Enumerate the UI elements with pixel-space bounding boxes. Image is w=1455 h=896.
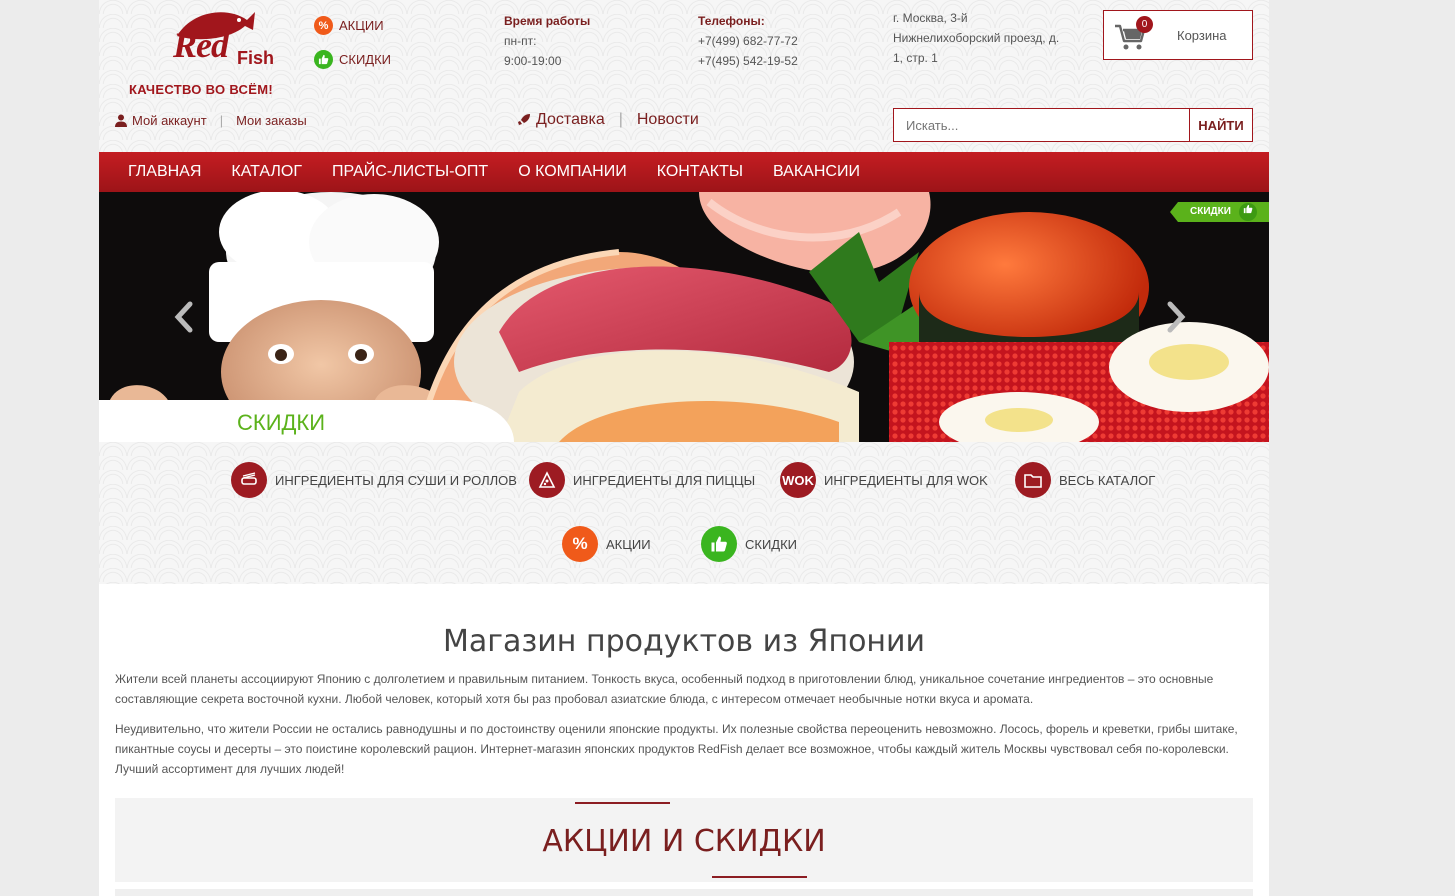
nav-item-contacts[interactable]: КОНТАКТЫ: [642, 152, 758, 192]
search-input[interactable]: [894, 109, 1189, 141]
phones: Телефоны: +7(499) 682-77-72 +7(495) 542-…: [698, 11, 798, 71]
address-line-1: г. Москва, 3-й: [893, 11, 968, 25]
working-hours-time: 9:00-19:00: [504, 54, 562, 68]
address-line-2: Нижнелихоборский проезд, д.: [893, 31, 1060, 45]
header-link-discounts[interactable]: СКИДКИ: [314, 50, 391, 69]
cart-count-badge: 0: [1136, 16, 1153, 33]
header-link-promotions[interactable]: % АКЦИИ: [314, 16, 384, 35]
page-title: Магазин продуктов из Японии: [442, 624, 926, 659]
address: г. Москва, 3-й Нижнелихоборский проезд, …: [893, 8, 1059, 68]
category-wok[interactable]: wok ИНГРЕДИЕНТЫ ДЛЯ WOK: [780, 462, 988, 498]
category-links: ИНГРЕДИЕНТЫ ДЛЯ СУШИ И РОЛЛОВ ИНГРЕДИЕНТ…: [99, 442, 1269, 584]
nav-item-vacancies[interactable]: ВАКАНСИИ: [758, 152, 875, 192]
main-nav: ГЛАВНАЯ КАТАЛОГ ПРАЙС-ЛИСТЫ-ОПТ О КОМПАН…: [99, 152, 1269, 192]
phones-title: Телефоны:: [698, 14, 765, 28]
sushi-icon: [231, 462, 267, 498]
category-discounts[interactable]: СКИДКИ: [701, 526, 797, 562]
category-all-label: ВЕСЬ КАТАЛОГ: [1059, 472, 1156, 488]
thumbs-up-icon: [314, 50, 333, 69]
nav-item-about[interactable]: О КОМПАНИИ: [503, 152, 642, 192]
address-line-3: 1, стр. 1: [893, 51, 938, 65]
working-hours-days: пн-пт:: [504, 34, 537, 48]
category-pizza[interactable]: ИНГРЕДИЕНТЫ ДЛЯ ПИЦЦЫ: [529, 462, 755, 498]
logo-text-red: Red: [173, 25, 229, 65]
account-links: Мой аккаунт | Мои заказы: [115, 113, 307, 128]
discount-ribbon-label: СКИДКИ: [1190, 206, 1231, 217]
category-promotions-label: АКЦИИ: [606, 536, 651, 552]
search-button[interactable]: НАЙТИ: [1189, 109, 1252, 141]
rocket-icon: [518, 114, 530, 125]
cart-button[interactable]: 0 Корзина: [1103, 10, 1253, 60]
cart-label: Корзина: [1177, 28, 1227, 43]
category-sushi[interactable]: ИНГРЕДИЕНТЫ ДЛЯ СУШИ И РОЛЛОВ: [231, 462, 517, 498]
product-strip: [115, 889, 1253, 896]
intro-paragraph-2: Неудивительно, что жители России не оста…: [115, 722, 1238, 776]
hero-caption[interactable]: СКИДКИ: [99, 400, 514, 442]
discount-ribbon[interactable]: СКИДКИ: [1170, 202, 1269, 222]
phone-link-1[interactable]: +7(499) 682-77-72: [698, 31, 798, 51]
promotions-section: АКЦИИ И СКИДКИ: [115, 798, 1253, 882]
intro-paragraph-1: Жители всей планеты ассоциируют Японию с…: [115, 672, 1214, 706]
logo[interactable]: Red Fish КАЧЕСТВО ВО ВСЁМ!: [127, 4, 275, 97]
header-link-promotions-label: АКЦИИ: [339, 18, 384, 33]
phone-link-2[interactable]: +7(495) 542-19-52: [698, 51, 798, 71]
category-sushi-label: ИНГРЕДИЕНТЫ ДЛЯ СУШИ И РОЛЛОВ: [275, 472, 517, 488]
separator: |: [618, 111, 623, 128]
percent-icon: %: [562, 526, 598, 562]
category-all[interactable]: ВЕСЬ КАТАЛОГ: [1015, 462, 1155, 498]
category-pizza-label: ИНГРЕДИЕНТЫ ДЛЯ ПИЦЦЫ: [573, 472, 756, 488]
slider-next-arrow-icon[interactable]: [1163, 300, 1189, 334]
nav-item-price-lists[interactable]: ПРАЙС-ЛИСТЫ-ОПТ: [317, 152, 503, 192]
logo-tagline: КАЧЕСТВО ВО ВСЁМ!: [129, 82, 273, 97]
divider: [575, 802, 670, 804]
separator: |: [219, 113, 224, 128]
header: Red Fish КАЧЕСТВО ВО ВСЁМ! % АКЦИИ СКИДК…: [99, 0, 1269, 152]
page: Red Fish КАЧЕСТВО ВО ВСЁМ! % АКЦИИ СКИДК…: [99, 0, 1269, 896]
user-icon: [115, 114, 127, 127]
my-account-link[interactable]: Мой аккаунт: [132, 113, 207, 128]
thumbs-up-icon: [701, 526, 737, 562]
working-hours: Время работы пн-пт: 9:00-19:00: [504, 11, 590, 71]
slider-prev-arrow-icon[interactable]: [171, 300, 197, 334]
pizza-icon: [529, 462, 565, 498]
percent-icon: %: [314, 16, 333, 35]
news-link[interactable]: Новости: [637, 111, 699, 129]
secondary-links: Доставка | Новости: [517, 111, 699, 129]
category-promotions[interactable]: % АКЦИИ: [562, 526, 651, 562]
category-wok-label: ИНГРЕДИЕНТЫ ДЛЯ WOK: [824, 472, 988, 488]
logo-text-fish: Fish: [237, 48, 275, 68]
search-form: НАЙТИ: [893, 108, 1253, 142]
hero-caption-text: СКИДКИ: [237, 410, 326, 435]
nav-item-home[interactable]: ГЛАВНАЯ: [113, 152, 216, 192]
my-orders-link[interactable]: Мои заказы: [236, 113, 307, 128]
delivery-link[interactable]: Доставка: [536, 111, 605, 129]
category-discounts-label: СКИДКИ: [745, 536, 798, 552]
hero-slider[interactable]: СКИДКИ СКИДКИ: [99, 192, 1269, 442]
nav-item-catalog[interactable]: КАТАЛОГ: [216, 152, 317, 192]
promotions-section-title: АКЦИИ И СКИДКИ: [542, 824, 826, 859]
thumbs-up-icon: [1239, 203, 1257, 221]
working-hours-title: Время работы: [504, 14, 591, 28]
divider: [712, 876, 807, 878]
main-content: Магазин продуктов из Японии Жители всей …: [99, 584, 1269, 896]
header-link-discounts-label: СКИДКИ: [339, 52, 392, 67]
wok-icon: wok: [780, 462, 816, 498]
folder-icon: [1015, 462, 1051, 498]
